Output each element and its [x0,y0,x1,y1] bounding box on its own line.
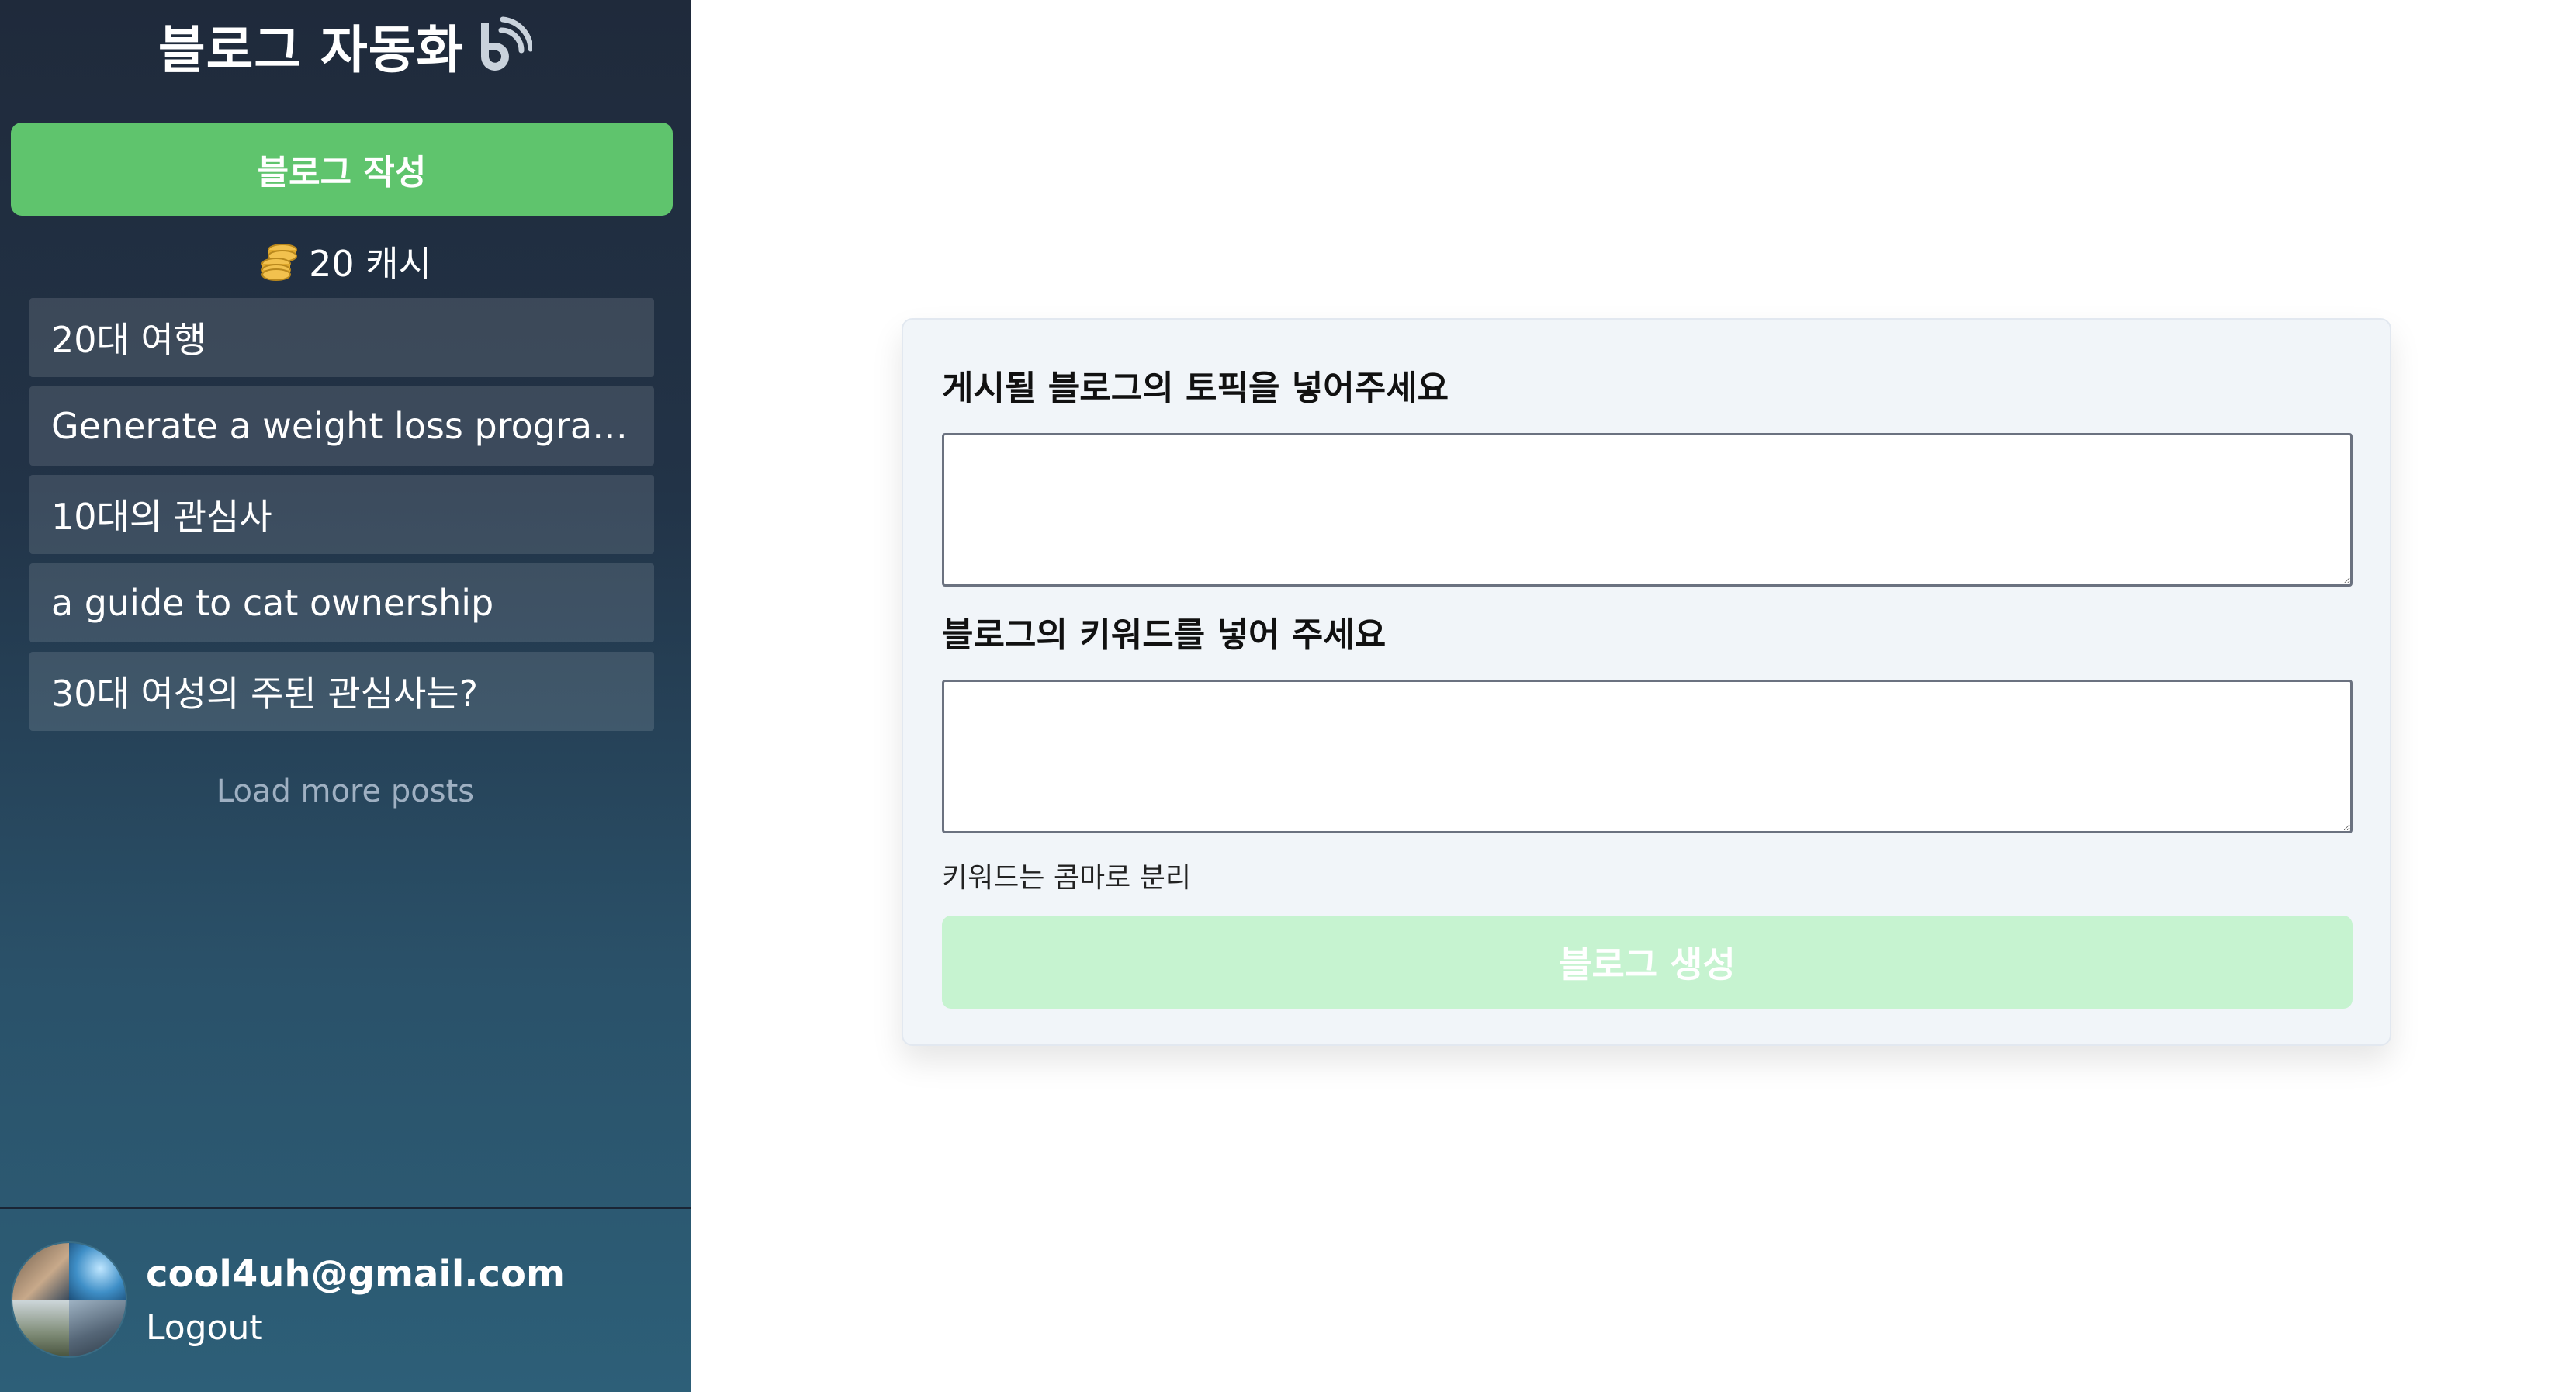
blog-logo-icon [470,15,534,77]
sidebar: 블로그 자동화 블로그 작성 20 캐시 20대 여행 Generate a w… [0,0,691,1392]
post-list-item[interactable]: 10대의 관심사 [29,475,654,554]
post-title: 20대 여행 [51,319,207,361]
topic-label: 게시될 블로그의 토픽을 넣어주세요 [942,369,1449,408]
avatar [11,1241,127,1358]
generate-blog-button[interactable]: 블로그 생성 [942,916,2353,1009]
post-title: 10대의 관심사 [51,496,272,538]
cash-balance: 20 캐시 [0,234,691,289]
write-blog-button[interactable]: 블로그 작성 [11,123,673,216]
post-list-item[interactable]: Generate a weight loss program ... [29,386,654,466]
topic-input[interactable] [942,433,2353,587]
cash-text: 20 캐시 [309,243,431,285]
post-list-item[interactable]: 30대 여성의 주된 관심사는? [29,652,654,731]
post-title: Generate a weight loss program ... [51,405,632,447]
coins-icon [259,241,301,282]
keyword-input[interactable] [942,680,2353,833]
blog-generate-form: 게시될 블로그의 토픽을 넣어주세요 블로그의 키워드를 넣어 주세요 키워드는… [902,318,2391,1046]
keyword-label: 블로그의 키워드를 넣어 주세요 [942,615,1387,655]
post-title: 30대 여성의 주된 관심사는? [51,673,479,715]
post-list: 20대 여행 Generate a weight loss program ..… [29,298,654,740]
post-title: a guide to cat ownership [51,582,494,624]
main-content: 게시될 블로그의 토픽을 넣어주세요 블로그의 키워드를 넣어 주세요 키워드는… [691,0,2576,1392]
brand-title: 블로그 자동화 [158,20,465,80]
brand-header: 블로그 자동화 [0,11,691,81]
app-root: 블로그 자동화 블로그 작성 20 캐시 20대 여행 Generate a w… [0,0,2576,1392]
user-area: cool4uh@gmail.com Logout [0,1209,691,1392]
post-list-item[interactable]: 20대 여행 [29,298,654,377]
logout-link[interactable]: Logout [146,1308,263,1348]
load-more-posts-link[interactable]: Load more posts [0,768,691,815]
keyword-hint: 키워드는 콤마로 분리 [942,862,1191,894]
user-email: cool4uh@gmail.com [146,1252,565,1296]
post-list-item[interactable]: a guide to cat ownership [29,563,654,642]
